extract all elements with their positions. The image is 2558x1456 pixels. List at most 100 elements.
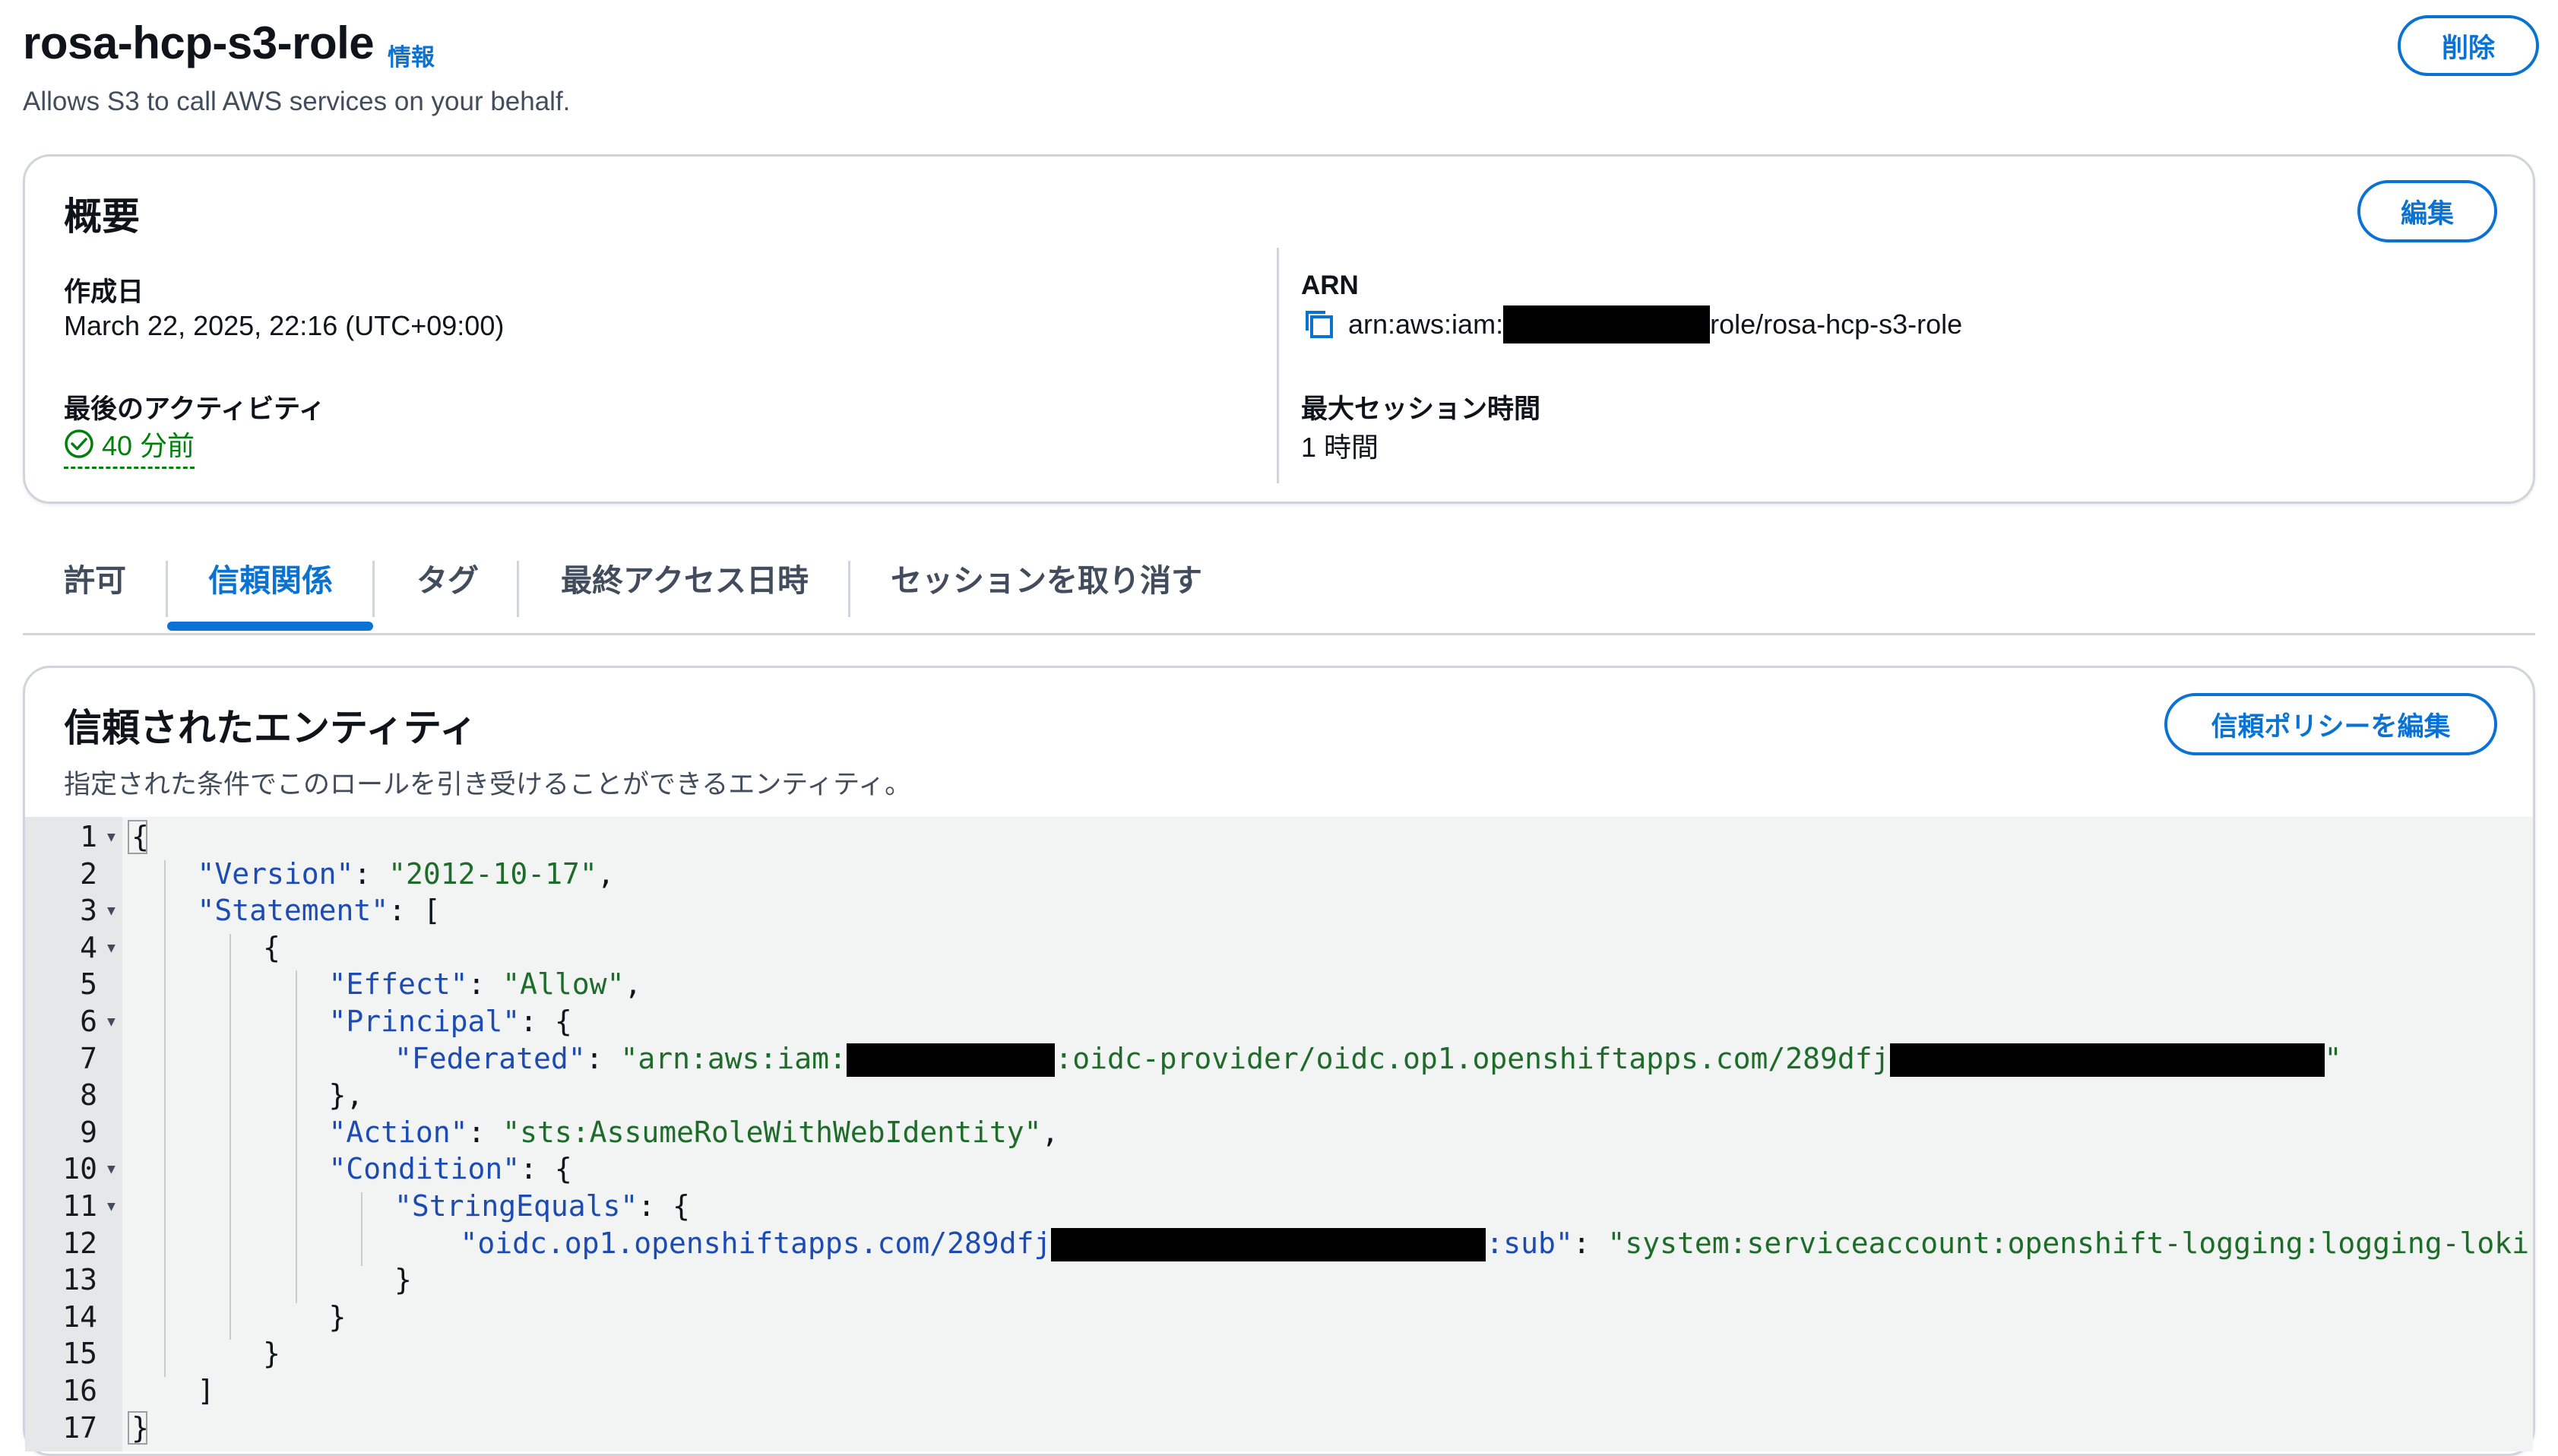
fold-toggle-icon[interactable]: ▼ [107, 1151, 116, 1188]
json-string: :oidc-provider/oidc.op1.openshiftapps.co… [1055, 1041, 1890, 1075]
last-activity-label: 最後のアクティビティ [64, 394, 326, 424]
code-line: 9 "Action": "sts:AssumeRoleWithWebIdentit… [25, 1114, 2533, 1151]
line-number: 9 [80, 1115, 97, 1149]
arn-suffix: role/rosa-hcp-s3-role [1710, 309, 1963, 340]
json-punctuation: { [263, 930, 280, 964]
json-string: " [2324, 1041, 2342, 1075]
bracket-match-highlight [128, 820, 147, 854]
trust-policy-editor[interactable]: 1 ▼ {2 "Version": "2012-10-17", 3 ▼ "Statement… [25, 817, 2533, 1451]
tab-last-accessed[interactable]: 最終アクセス日時 [561, 555, 809, 600]
json-punctuation: : [353, 856, 389, 891]
tab-separator [372, 561, 375, 617]
line-number: 7 [80, 1041, 97, 1075]
tab-bar [23, 547, 2535, 635]
code-content: ] [198, 1372, 215, 1410]
code-content: "Statement": [ [198, 892, 441, 929]
json-key: "Effect" [328, 967, 468, 1002]
arn-row: arn:aws:iam: role/rosa-hcp-s3-role [1301, 305, 1962, 343]
delete-button[interactable]: 削除 [2398, 15, 2539, 76]
summary-title: 概要 [64, 195, 140, 238]
code-content: } [329, 1299, 347, 1336]
line-number: 12 [62, 1226, 97, 1260]
code-content: } [263, 1335, 280, 1372]
code-line: 5 "Effect": "Allow", [25, 966, 2533, 1003]
activity-text: 40 分前 [102, 430, 195, 461]
json-key: "Action" [328, 1115, 468, 1149]
line-number: 2 [80, 856, 97, 891]
code-line: 15} [25, 1335, 2533, 1372]
tab-separator [848, 561, 850, 617]
bracket-match-highlight [128, 1410, 147, 1445]
summary-divider [1277, 248, 1279, 483]
json-punctuation: : { [520, 1152, 572, 1186]
redacted-value [1051, 1228, 1486, 1262]
line-number: 6 [80, 1005, 97, 1038]
json-string: "system:serviceaccount:openshift-logging… [1607, 1226, 2533, 1260]
code-content: "StringEquals": { [394, 1188, 690, 1225]
json-key: "Statement" [197, 894, 389, 928]
code-line: 13} [25, 1261, 2533, 1299]
json-string: "Allow" [502, 967, 625, 1002]
json-key: :sub" [1486, 1226, 1573, 1260]
max-session-label: 最大セッション時間 [1301, 394, 1541, 424]
created-value: March 22, 2025, 22:16 (UTC+09:00) [64, 310, 505, 341]
edit-button[interactable]: 編集 [2357, 180, 2497, 242]
json-punctuation: }, [328, 1078, 364, 1113]
fold-toggle-icon[interactable]: ▼ [107, 1003, 116, 1040]
code-line: 6 ▼ "Principal": { [25, 1003, 2533, 1040]
page-title: rosa-hcp-s3-role [23, 17, 375, 68]
line-number: 13 [62, 1263, 97, 1297]
trusted-entities-description: 指定された条件でこのロールを引き受けることができるエンティティ。 [64, 770, 912, 799]
json-punctuation: ] [197, 1374, 215, 1407]
code-content: } [394, 1261, 412, 1299]
line-number: 11 [62, 1189, 97, 1223]
json-punctuation: : { [520, 1005, 572, 1038]
json-punctuation: } [394, 1263, 412, 1297]
json-punctuation: : [1572, 1226, 1608, 1260]
json-punctuation: : [ [388, 894, 441, 928]
json-punctuation: : [585, 1041, 621, 1075]
code-line: 3 ▼ "Statement": [ [25, 892, 2533, 929]
json-punctuation: } [328, 1299, 347, 1334]
tab-separator [517, 561, 519, 617]
copy-icon[interactable] [1301, 306, 1338, 343]
json-key: "oidc.op1.openshiftapps.com/289dfj [460, 1226, 1052, 1260]
info-link[interactable]: 情報 [388, 38, 435, 72]
json-punctuation: : [467, 967, 503, 1002]
arn-label: ARN [1301, 271, 1359, 300]
code-line: 10 ▼ "Condition": { [25, 1151, 2533, 1188]
fold-toggle-icon[interactable]: ▼ [107, 892, 116, 929]
arn-prefix: arn:aws:iam: [1348, 309, 1504, 340]
code-line: 11 ▼ "StringEquals": { [25, 1188, 2533, 1225]
code-line: 1 ▼{ [25, 818, 2533, 856]
code-line: 16] [25, 1372, 2533, 1410]
fold-toggle-icon[interactable]: ▼ [107, 929, 116, 967]
tab-tags[interactable]: タグ [416, 555, 479, 600]
edit-trust-policy-button[interactable]: 信頼ポリシーを編集 [2164, 693, 2497, 755]
fold-toggle-icon[interactable]: ▼ [107, 1188, 116, 1225]
redacted-account-id [1503, 305, 1711, 343]
code-line: 8}, [25, 1077, 2533, 1114]
json-key: "StringEquals" [394, 1189, 638, 1223]
code-line: 7 "Federated": "arn:aws:iam: :oidc-provid… [25, 1040, 2533, 1078]
redacted-value [1889, 1043, 2325, 1078]
role-description: Allows S3 to call AWS services on your b… [23, 87, 571, 116]
tab-separator [166, 561, 168, 617]
code-content: { [263, 929, 280, 967]
line-number: 3 [80, 894, 97, 928]
created-label: 作成日 [64, 277, 144, 307]
fold-toggle-icon[interactable]: ▼ [107, 818, 116, 856]
tab-trust-relationships[interactable]: 信頼関係 [208, 555, 333, 600]
last-activity-value[interactable]: 40 分前 [64, 424, 195, 469]
line-number: 1 [80, 820, 97, 853]
code-line: 4 ▼ { [25, 929, 2533, 967]
max-session-value: 1 時間 [1301, 432, 1379, 463]
code-content: "Action": "sts:AssumeRoleWithWebIdentity… [329, 1114, 1059, 1151]
tab-permissions[interactable]: 許可 [64, 555, 126, 600]
json-punctuation: , [624, 967, 642, 1002]
code-line: 17} [25, 1410, 2533, 1447]
tab-revoke-sessions[interactable]: セッションを取り消す [891, 555, 1202, 600]
json-key: "Condition" [328, 1152, 521, 1186]
code-content: }, [329, 1077, 364, 1114]
json-punctuation: : [467, 1115, 503, 1149]
